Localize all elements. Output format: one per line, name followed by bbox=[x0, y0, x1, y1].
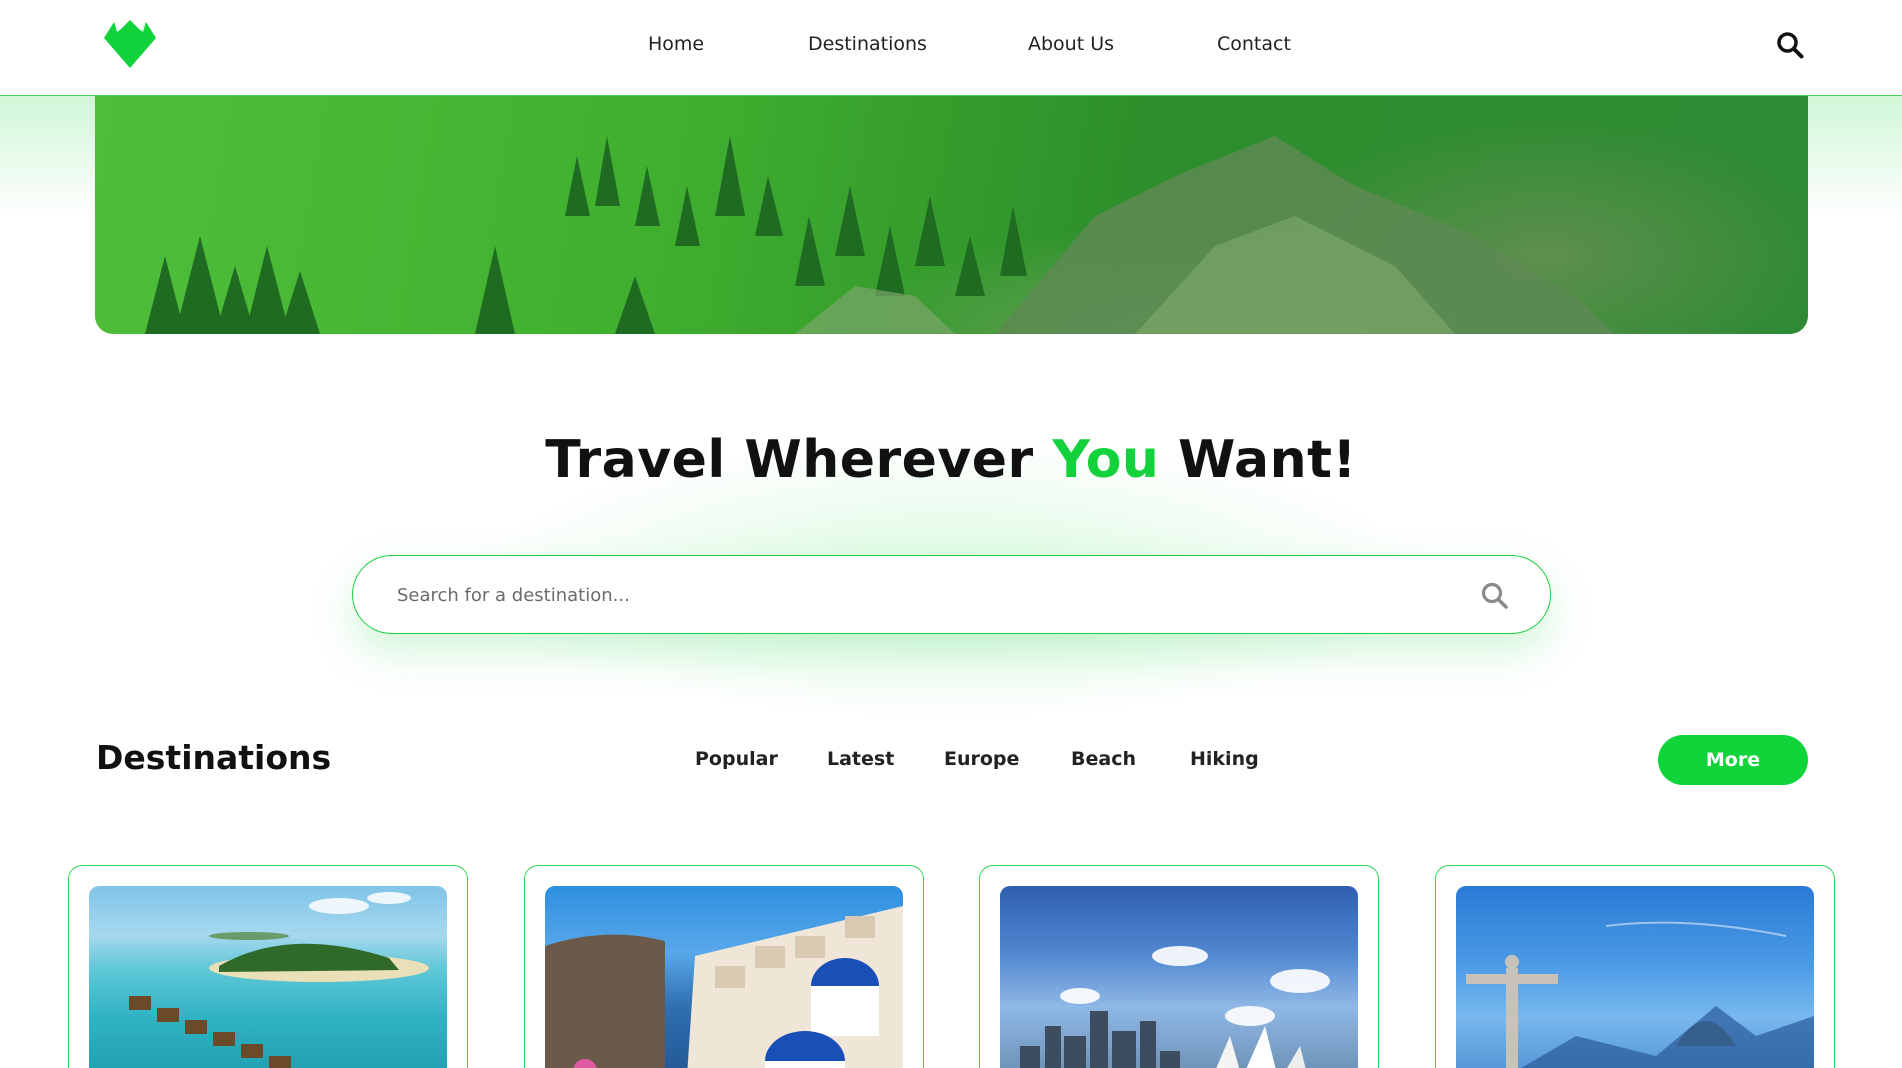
destination-card[interactable] bbox=[1435, 865, 1835, 1068]
title-text-start: Travel Wherever bbox=[545, 430, 1053, 490]
destination-image-maldives bbox=[89, 886, 447, 1068]
title-text-end: Want! bbox=[1159, 430, 1357, 490]
filter-hiking[interactable]: Hiking bbox=[1190, 748, 1259, 770]
forest-mountain-illustration bbox=[145, 136, 1615, 334]
filter-latest[interactable]: Latest bbox=[827, 748, 894, 770]
page-title: Travel Wherever You Want! bbox=[0, 430, 1902, 490]
search-icon[interactable] bbox=[1776, 31, 1804, 59]
hero-banner-image bbox=[95, 96, 1808, 334]
destination-image-santorini bbox=[545, 886, 903, 1068]
nav-destinations[interactable]: Destinations bbox=[808, 33, 927, 55]
nav-about-us[interactable]: About Us bbox=[1028, 33, 1114, 55]
search-submit-icon[interactable] bbox=[1480, 581, 1510, 611]
site-header: Home Destinations About Us Contact bbox=[0, 0, 1902, 96]
destination-card[interactable] bbox=[524, 865, 924, 1068]
nav-contact[interactable]: Contact bbox=[1217, 33, 1291, 55]
nav-home[interactable]: Home bbox=[648, 33, 704, 55]
title-accent-word: You bbox=[1052, 430, 1160, 490]
main-nav: Home Destinations About Us Contact bbox=[0, 0, 1902, 96]
destinations-heading: Destinations bbox=[96, 738, 332, 777]
destination-card[interactable] bbox=[68, 865, 468, 1068]
filter-popular[interactable]: Popular bbox=[695, 748, 778, 770]
filter-beach[interactable]: Beach bbox=[1071, 748, 1136, 770]
destination-image-sydney bbox=[1000, 886, 1358, 1068]
destination-search-input[interactable] bbox=[397, 580, 1397, 610]
destination-card[interactable] bbox=[979, 865, 1379, 1068]
destination-image-rio bbox=[1456, 886, 1814, 1068]
filter-europe[interactable]: Europe bbox=[944, 748, 1019, 770]
more-button[interactable]: More bbox=[1658, 735, 1808, 785]
destination-search-box bbox=[352, 555, 1551, 634]
